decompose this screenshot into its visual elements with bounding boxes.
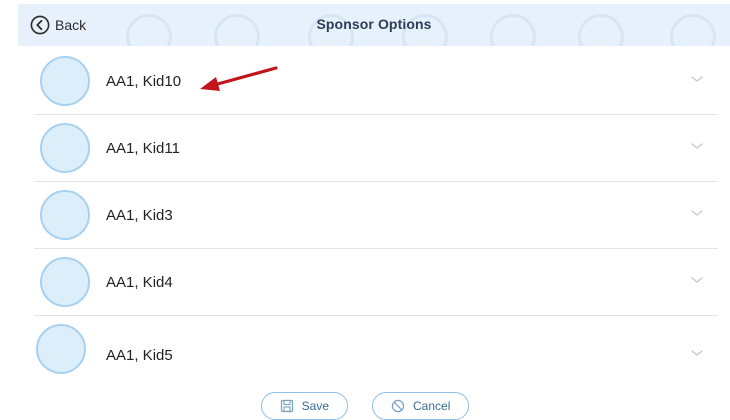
avatar xyxy=(36,324,86,374)
avatar xyxy=(40,56,90,106)
list-item[interactable]: AA1, Kid10 xyxy=(34,48,718,115)
chevron-down-icon[interactable] xyxy=(690,348,704,358)
floppy-disk-icon xyxy=(280,399,293,413)
list-item-label: AA1, Kid11 xyxy=(106,140,180,157)
avatar xyxy=(40,190,90,240)
avatar xyxy=(40,123,90,173)
annotation-arrow-icon xyxy=(200,66,278,91)
save-button[interactable]: Save xyxy=(260,392,348,420)
cancel-label: Cancel xyxy=(413,399,451,413)
chevron-down-icon[interactable] xyxy=(690,141,704,151)
chevron-down-icon[interactable] xyxy=(690,208,704,218)
list-item-label: AA1, Kid10 xyxy=(106,73,182,90)
list-item[interactable]: AA1, Kid11 xyxy=(34,115,718,182)
sponsor-options-screen: Back Sponsor Options AA1, Kid10 AA1, Kid… xyxy=(0,0,730,420)
page-title: Sponsor Options xyxy=(316,16,432,32)
list-item[interactable]: AA1, Kid5 xyxy=(34,316,718,386)
list-item-label: AA1, Kid4 xyxy=(106,274,173,291)
list-item[interactable]: AA1, Kid3 xyxy=(34,182,718,249)
footer-actions: Save Cancel xyxy=(0,390,730,420)
list-item[interactable]: AA1, Kid4 xyxy=(34,249,718,316)
chevron-down-icon[interactable] xyxy=(690,275,704,285)
sponsor-list: AA1, Kid10 AA1, Kid11 AA1, Kid3 AA1, Kid… xyxy=(34,48,718,386)
header-bar: Back Sponsor Options xyxy=(18,4,730,46)
list-item-label: AA1, Kid5 xyxy=(106,347,173,364)
chevron-down-icon[interactable] xyxy=(690,74,704,84)
cancel-button[interactable]: Cancel xyxy=(372,392,470,420)
list-item-label: AA1, Kid3 xyxy=(106,207,173,224)
avatar xyxy=(40,257,90,307)
cancel-circle-icon xyxy=(391,399,405,413)
save-label: Save xyxy=(301,399,329,413)
